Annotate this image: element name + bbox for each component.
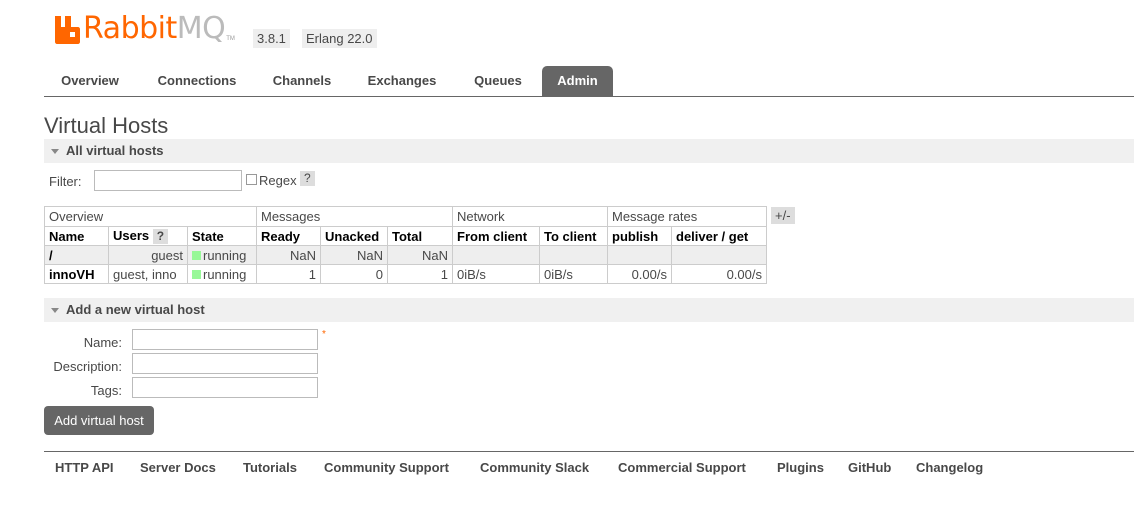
logo-trademark: TM [226,36,235,42]
cell-state: running [187,245,257,265]
users-help-button[interactable]: ? [152,229,169,244]
cell-state: running [187,264,257,284]
footer-link-plugins[interactable]: Plugins [777,460,824,475]
footer-link-commercial-support[interactable]: Commercial Support [618,460,746,475]
cell-total: NaN [387,245,453,265]
col-users[interactable]: Users ? [108,226,188,246]
cell-users: guest [108,245,188,265]
vhost-name-input[interactable] [132,329,318,350]
col-from-client[interactable]: From client [452,226,540,246]
tab-overview[interactable]: Overview [44,66,136,96]
add-vhost-section-toggle[interactable]: Add a new virtual host [44,298,1134,322]
cell-publish: 0.00/s [607,264,672,284]
cell-ready: NaN [256,245,321,265]
cell-deliver-get: 0.00/s [671,264,767,284]
collapse-triangle-icon [51,149,59,154]
description-label: Description: [53,359,122,374]
cell-users: guest, inno [108,264,188,284]
rabbitmq-version-badge: 3.8.1 [253,29,290,48]
col-publish[interactable]: publish [607,226,672,246]
group-header-messages: Messages [256,206,453,227]
tab-connections[interactable]: Connections [144,66,250,96]
all-vhosts-title: All virtual hosts [66,143,164,158]
all-vhosts-section-toggle[interactable]: All virtual hosts [44,139,1134,163]
footer-links: HTTP API Server Docs Tutorials Community… [44,451,1134,475]
cell-total: 1 [387,264,453,284]
table-row: / guest running NaN NaN NaN [44,245,767,265]
column-options-button[interactable]: +/- [771,207,795,224]
regex-help-button[interactable]: ? [300,171,315,186]
cell-to-client [539,245,608,265]
state-running-indicator [192,269,201,279]
table-row: innoVH guest, inno running 1 0 1 0iB/s 0… [44,264,767,284]
regex-checkbox[interactable] [246,174,257,185]
footer-link-community-slack[interactable]: Community Slack [480,460,589,475]
name-label: Name: [83,335,122,350]
vhost-description-input[interactable] [132,353,318,374]
footer-link-community-support[interactable]: Community Support [324,460,449,475]
col-unacked[interactable]: Unacked [320,226,388,246]
add-vhost-title: Add a new virtual host [66,302,205,317]
vhost-name-link[interactable]: innoVH [44,264,109,284]
footer-link-github[interactable]: GitHub [848,460,891,475]
rabbitmq-logo[interactable]: RabbitMQ TM [54,14,235,44]
col-state[interactable]: State [187,226,257,246]
tab-channels[interactable]: Channels [262,66,342,96]
tab-admin[interactable]: Admin [542,66,613,96]
cell-unacked: 0 [320,264,388,284]
col-total[interactable]: Total [387,226,453,246]
group-header-network: Network [452,206,608,227]
logo-text-rabbit: Rabbit [83,11,177,46]
add-virtual-host-button[interactable]: Add virtual host [44,406,154,435]
vhost-name-link[interactable]: / [44,245,109,265]
vhosts-table: Overview Messages Network Message rates … [44,206,767,284]
page-title: Virtual Hosts [44,113,169,138]
footer-link-server-docs[interactable]: Server Docs [140,460,216,475]
cell-from-client [452,245,540,265]
footer-link-tutorials[interactable]: Tutorials [243,460,297,475]
regex-label: Regex [259,173,297,188]
state-running-indicator [192,250,201,260]
cell-from-client: 0iB/s [452,264,540,284]
footer-link-changelog[interactable]: Changelog [916,460,983,475]
col-ready[interactable]: Ready [256,226,321,246]
vhost-tags-input[interactable] [132,377,318,398]
required-marker: * [322,329,326,340]
rabbitmq-logo-icon [55,16,80,44]
group-header-overview: Overview [44,206,257,227]
filter-input[interactable] [94,170,242,191]
col-name[interactable]: Name [44,226,109,246]
tags-label: Tags: [90,383,122,398]
footer-link-http-api[interactable]: HTTP API [55,460,114,475]
group-header-message-rates: Message rates [607,206,767,227]
filter-label: Filter: [49,174,82,189]
collapse-triangle-icon [51,308,59,313]
cell-publish [607,245,672,265]
col-deliver-get[interactable]: deliver / get [671,226,767,246]
cell-ready: 1 [256,264,321,284]
tab-exchanges[interactable]: Exchanges [356,66,448,96]
cell-to-client: 0iB/s [539,264,608,284]
logo-text-mq: MQ [176,11,226,46]
cell-unacked: NaN [320,245,388,265]
tab-queues[interactable]: Queues [462,66,534,96]
col-to-client[interactable]: To client [539,226,608,246]
main-nav-tabs: Overview Connections Channels Exchanges … [44,66,1134,97]
erlang-version-badge: Erlang 22.0 [302,29,377,48]
cell-deliver-get [671,245,767,265]
